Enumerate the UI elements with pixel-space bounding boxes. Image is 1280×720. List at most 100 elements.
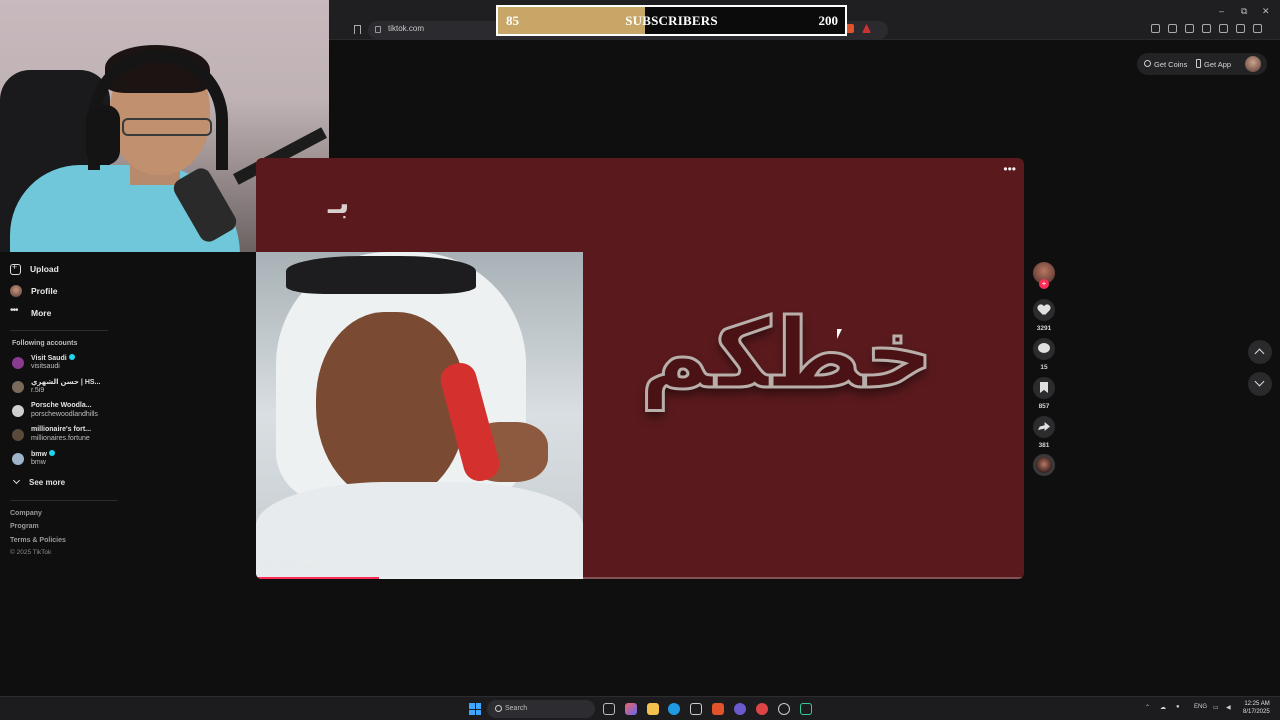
- sidebar-item-label: Profile: [31, 286, 58, 296]
- windows-taskbar: Search ⌃ ☁ ● ENG ▭ ◀ 12:25 AM 8/17/2025: [0, 696, 1280, 720]
- video-player[interactable]: بـ ••• #fyp . حبيبي_خطكم خطكم: [256, 158, 1024, 579]
- mic-icon[interactable]: ●: [1176, 704, 1180, 710]
- chevron-down-icon: [12, 476, 21, 485]
- phone-icon: [1196, 59, 1201, 68]
- more-options-icon[interactable]: •••: [1003, 162, 1016, 176]
- volume-icon[interactable]: ◀: [1226, 704, 1231, 711]
- video-progress-bar[interactable]: [256, 577, 1024, 579]
- account-handle: r.5i9: [31, 387, 45, 394]
- account-name: Visit Saudi: [31, 355, 67, 362]
- subscriber-goal: 200: [818, 13, 839, 28]
- comment-icon: [1038, 343, 1050, 353]
- account-handle: millionaires.fortune: [31, 435, 90, 442]
- comment-count: 15: [1040, 364, 1048, 371]
- onedrive-icon[interactable]: ☁: [1160, 704, 1166, 711]
- account-avatar: [12, 453, 24, 465]
- profile-icon: [10, 285, 22, 297]
- see-more-label: See more: [29, 478, 66, 487]
- toolbar-icons: [1151, 24, 1262, 33]
- sidebar-item-label: More: [31, 308, 52, 318]
- sidebar-item-profile[interactable]: Profile: [10, 283, 57, 299]
- account-avatar: [12, 405, 24, 417]
- brave-rewards-icon[interactable]: [862, 24, 871, 33]
- url-text: tiktok.com: [388, 24, 425, 33]
- account-name: حسن الشهري | HS...: [31, 379, 101, 386]
- media-icon[interactable]: [1168, 24, 1177, 33]
- like-button[interactable]: [1033, 299, 1055, 321]
- get-coins-button[interactable]: Get Coins: [1154, 60, 1187, 69]
- share-icon: [1038, 422, 1050, 431]
- account-avatar: [12, 429, 24, 441]
- language-indicator[interactable]: ENG: [1194, 704, 1207, 710]
- portrait-face: [316, 312, 466, 502]
- previous-video-button[interactable]: [1248, 340, 1272, 364]
- copyright-text: © 2025 TikTok: [10, 549, 52, 556]
- restore-button[interactable]: ⧉: [1241, 6, 1247, 17]
- coin-icon: [1144, 60, 1151, 67]
- save-button[interactable]: [1033, 377, 1055, 399]
- network-icon[interactable]: ▭: [1213, 704, 1219, 711]
- taskbar-clock[interactable]: 12:25 AM 8/17/2025: [1243, 700, 1270, 716]
- upload-icon: [10, 262, 21, 275]
- screenshot-icon[interactable]: [1151, 24, 1160, 33]
- sidebar-item-label: Upload: [30, 264, 59, 274]
- copilot-icon[interactable]: [625, 703, 637, 715]
- sidebar-item-upload[interactable]: Upload: [10, 261, 59, 277]
- taskbar-search[interactable]: Search: [487, 700, 595, 718]
- video-portrait: #fyp . حبيبي_خطكم: [256, 252, 583, 579]
- more-icon: •••: [10, 305, 19, 316]
- video-corner-text: بـ: [328, 186, 350, 221]
- account-name-row: bmw: [31, 450, 55, 458]
- next-video-button[interactable]: [1248, 372, 1272, 396]
- share-button[interactable]: [1033, 416, 1055, 438]
- chrome-icon[interactable]: [756, 703, 768, 715]
- footer-link-program[interactable]: Program: [10, 523, 39, 530]
- obs-icon[interactable]: [778, 703, 790, 715]
- vpn-icon[interactable]: [1219, 24, 1228, 33]
- close-window-button[interactable]: ✕: [1262, 6, 1270, 17]
- share-count: 381: [1038, 442, 1050, 449]
- account-name: bmw: [31, 451, 47, 458]
- wallet-icon[interactable]: [1202, 24, 1211, 33]
- discord-icon[interactable]: [734, 703, 746, 715]
- follow-plus-icon[interactable]: +: [1039, 279, 1049, 289]
- video-caption: #fyp . حبيبي_خطكم: [262, 561, 321, 568]
- menu-icon[interactable]: [1253, 24, 1262, 33]
- chevron-up-icon: [1254, 348, 1265, 359]
- sidebar-divider: [10, 330, 108, 331]
- tray-chevron-icon[interactable]: ⌃: [1145, 704, 1150, 711]
- terminal-icon[interactable]: [800, 703, 812, 715]
- verified-icon: [48, 450, 55, 456]
- sidebar-item-more[interactable]: ••• More: [10, 305, 51, 321]
- edge-icon[interactable]: [668, 703, 680, 715]
- sound-disc[interactable]: [1033, 454, 1055, 476]
- task-view-icon[interactable]: [603, 703, 615, 715]
- headphone-cup: [86, 105, 120, 165]
- brave-icon[interactable]: [712, 703, 724, 715]
- footer-link-company[interactable]: Company: [10, 510, 42, 517]
- bookmark-icon[interactable]: [354, 25, 361, 34]
- video-title-overlay: خطكم: [639, 298, 936, 410]
- get-app-button[interactable]: Get App: [1204, 60, 1231, 69]
- account-handle: porschewoodlandhills: [31, 411, 98, 418]
- account-avatar: [12, 357, 24, 369]
- see-more-button[interactable]: See more: [12, 476, 66, 487]
- minimize-button[interactable]: –: [1219, 6, 1224, 16]
- store-icon[interactable]: [690, 703, 702, 715]
- save-count: 857: [1038, 403, 1050, 410]
- like-count: 3291: [1036, 325, 1052, 332]
- footer-link-terms[interactable]: Terms & Policies: [10, 537, 66, 544]
- file-explorer-icon[interactable]: [647, 703, 659, 715]
- verified-icon: [68, 354, 75, 360]
- portrait-agal: [286, 256, 476, 294]
- start-icon[interactable]: [469, 703, 481, 715]
- clock-time: 12:25 AM: [1244, 701, 1270, 707]
- sidebar-icon[interactable]: [1185, 24, 1194, 33]
- account-handle: bmw: [31, 459, 46, 466]
- shield-icon[interactable]: [1236, 24, 1245, 33]
- heart-icon: [1038, 305, 1050, 316]
- comment-button[interactable]: [1033, 338, 1055, 360]
- account-avatar: [12, 381, 24, 393]
- account-name: Porsche Woodla...: [31, 402, 92, 409]
- user-avatar[interactable]: [1245, 56, 1261, 72]
